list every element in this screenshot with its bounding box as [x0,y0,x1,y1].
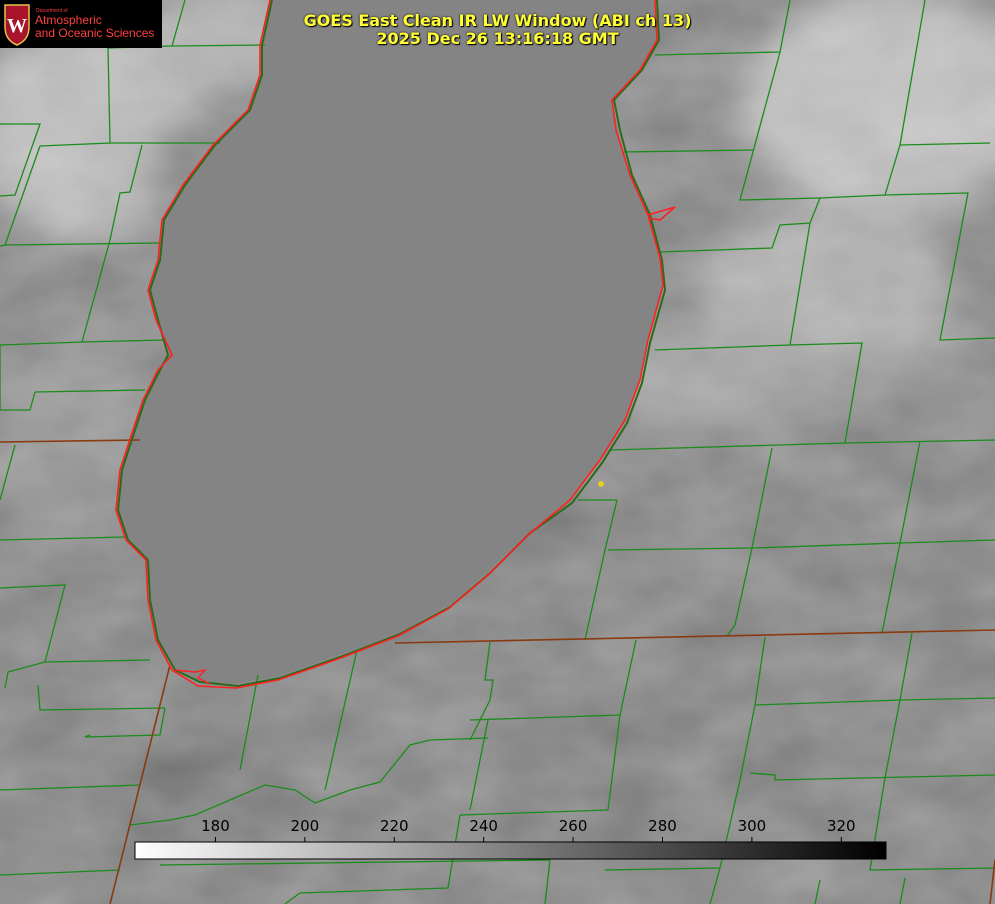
logo-line-2: and Oceanic Sciences [35,26,155,40]
title-line-1: GOES East Clean IR LW Window (ABI ch 13) [303,11,692,30]
satellite-map [0,0,995,904]
image-title: GOES East Clean IR LW Window (ABI ch 13)… [160,12,835,48]
location-marker [598,481,604,487]
title-line-2: 2025 Dec 26 13:16:18 GMT [376,29,619,48]
university-seal-icon: W [4,4,30,46]
seal-letter: W [7,15,27,37]
aos-logo: W Department of Atmospheric and Oceanic … [0,0,162,48]
